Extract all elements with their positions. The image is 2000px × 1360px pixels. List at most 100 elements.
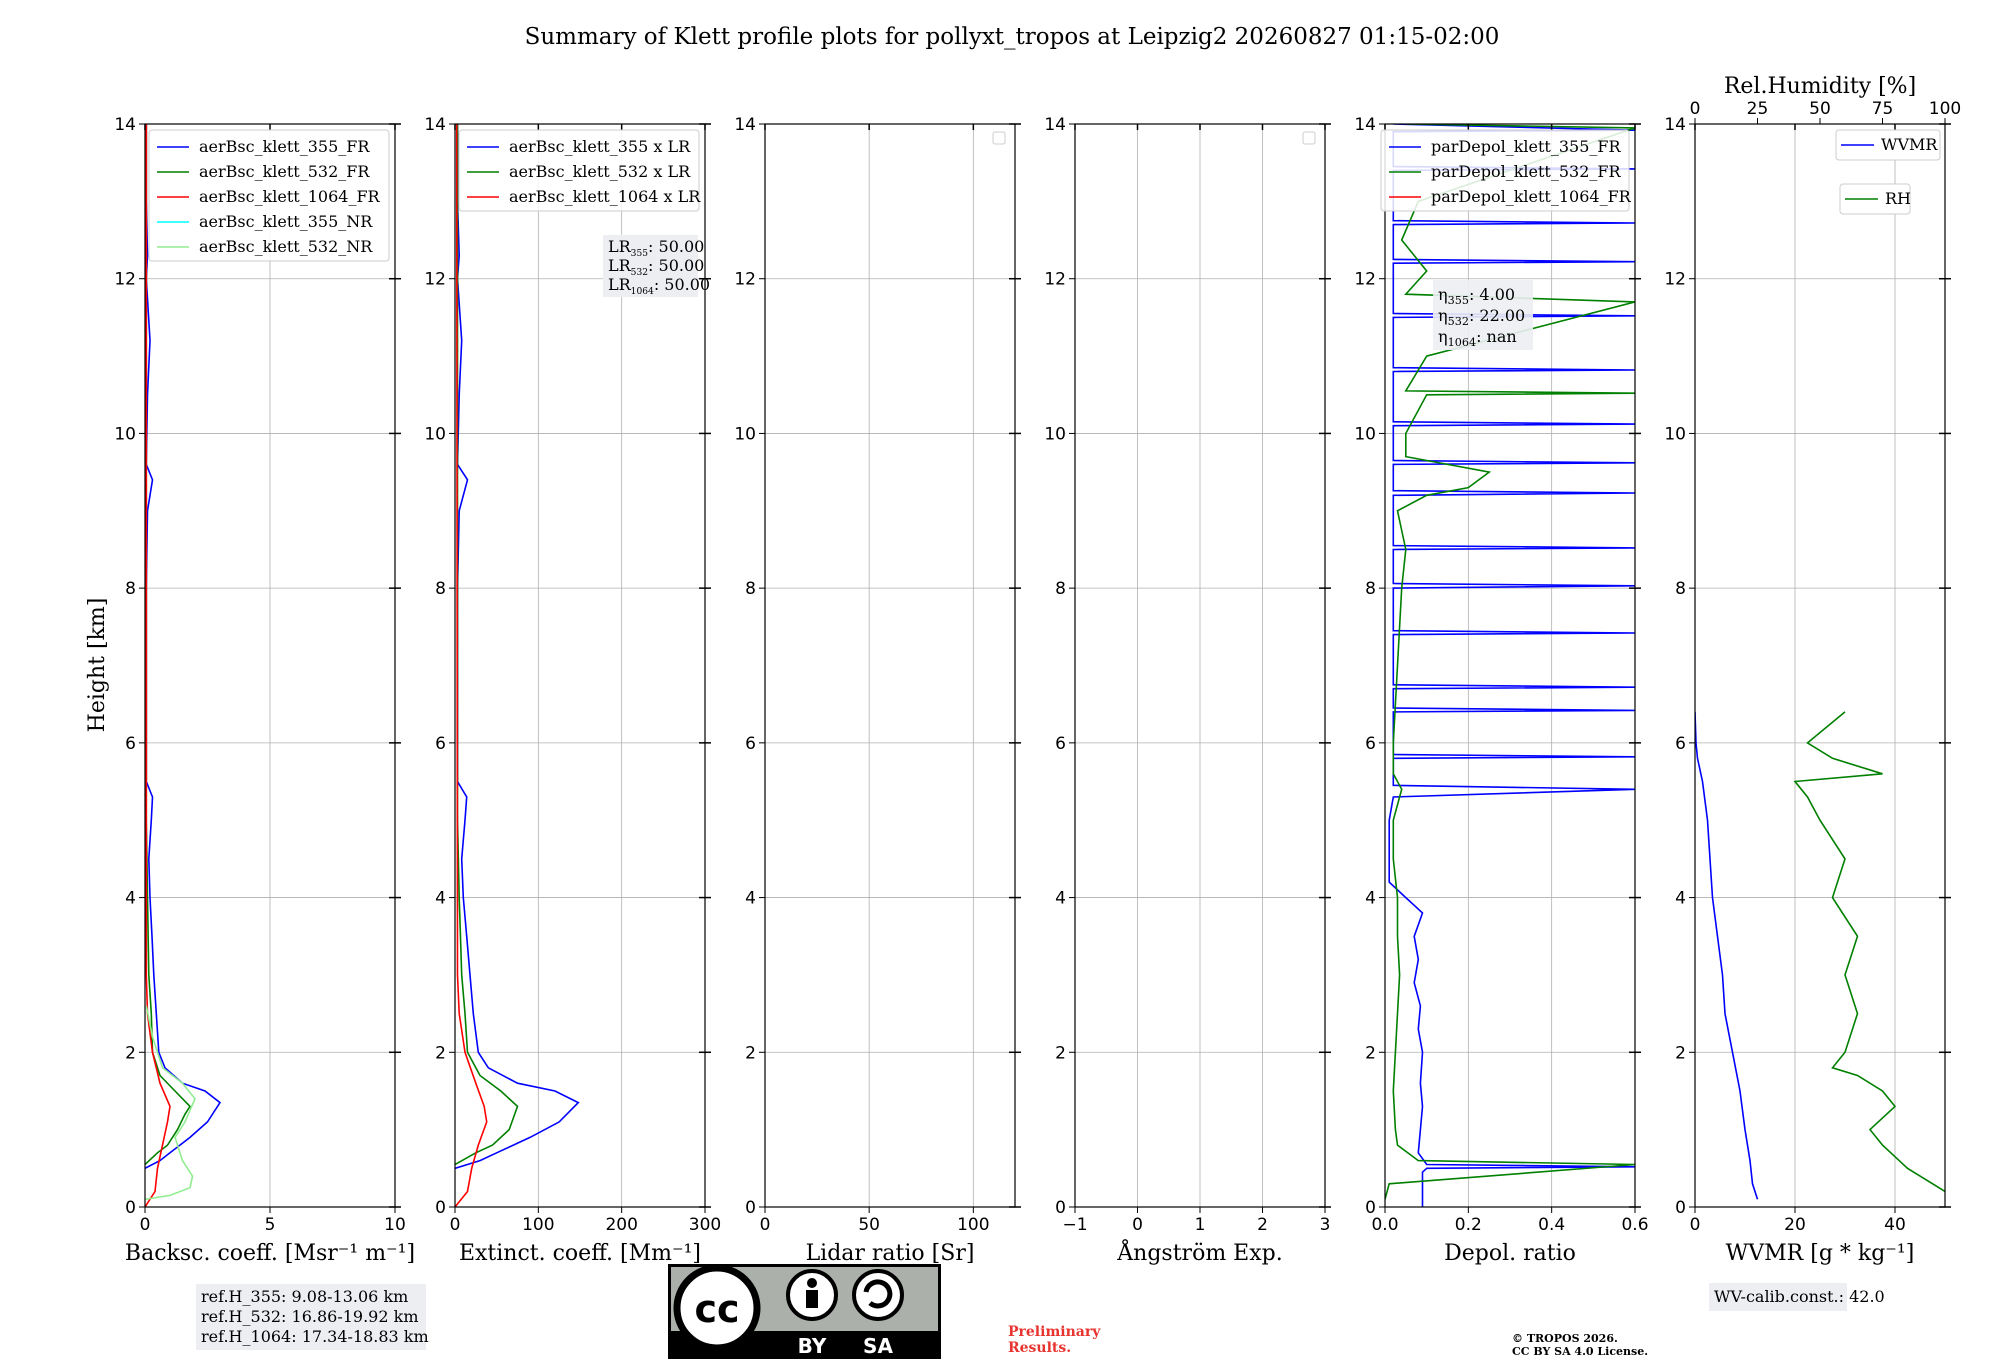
x-tick-label: −1 (1062, 1215, 1087, 1235)
y-tick-label: 12 (1664, 270, 1686, 290)
y-tick-label: 4 (125, 889, 136, 909)
x-tick-label: 1 (1195, 1215, 1206, 1235)
legend-label: aerBsc_klett_532_NR (199, 237, 373, 256)
axes-frame (1694, 123, 1946, 1208)
y-tick-label: 2 (435, 1043, 446, 1063)
y-tick-label: 8 (435, 579, 446, 599)
series-line-WVMR (1695, 711, 1759, 1200)
subplot-6: 0 20 40024681012140 25 50 75 100Rel.Humidity [… (1664, 74, 1961, 1266)
x-tick-label: 40 (1884, 1215, 1906, 1235)
y-tick-label: 14 (1664, 115, 1686, 135)
x-axis-label: Depol. ratio (1444, 1241, 1576, 1266)
y-tick-label: 14 (114, 115, 136, 135)
sa-share-icon (852, 1269, 904, 1321)
series-group (145, 124, 222, 1207)
y-tick-label: 12 (1044, 270, 1066, 290)
x-tick-label: 20 (1784, 1215, 1806, 1235)
legend-label: aerBsc_klett_1064_FR (199, 187, 381, 206)
subplot-3: 0 50 100 0 2 4 6 8 10 12 14 Lidar ratio [Sr] (734, 115, 1021, 1266)
lidar-ratio-note: LR355: 50.00LR532: 50.00LR1064: 50.00 (603, 235, 710, 297)
x-tick-label: 0 (140, 1215, 151, 1235)
y-tick-label: 10 (1354, 424, 1376, 444)
legend-label: parDepol_klett_532_FR (1431, 162, 1622, 181)
y-tick-label: 2 (745, 1043, 756, 1063)
x-axis-label: Backsc. coeff. [Msr⁻¹ m⁻¹] (125, 1241, 415, 1266)
legend-label: parDepol_klett_355_FR (1431, 137, 1622, 156)
y-tick-label: 6 (1675, 734, 1686, 754)
wv-calib-box: WV-calib.const.: 42.0 (1709, 1283, 1885, 1311)
legend-label: aerBsc_klett_355 x LR (509, 137, 691, 156)
x-tick-label: 3 (1320, 1215, 1331, 1235)
y-tick-label: 8 (125, 579, 136, 599)
x-tick-label: 100 (957, 1215, 989, 1235)
y-tick-label: 4 (435, 889, 446, 909)
y-tick-label: 8 (745, 579, 756, 599)
y-tick-label: 14 (1044, 115, 1066, 135)
legend-label: aerBsc_klett_355_NR (199, 212, 373, 231)
subplot-1: 0 5 10 0 2 4 6 8 10 12 14 Backsc. coeff. [Msr⁻¹ m⁻¹… (114, 115, 415, 1266)
lidar-ratio-1064: LR1064: 50.00 (608, 275, 710, 297)
ref-height-532: ref.H_532: 16.86-19.92 km (201, 1307, 419, 1326)
x2-tick-label: 0 (1690, 99, 1701, 119)
ref-height-355: ref.H_355: 9.08-13.06 km (201, 1287, 408, 1306)
y-tick-label: 6 (125, 734, 136, 754)
eta-note: η355: 4.00η532: 22.00η1064: nan (1433, 280, 1533, 350)
y-tick-label: 10 (1044, 424, 1066, 444)
series-group (455, 124, 580, 1207)
y-tick-label: 14 (734, 115, 756, 135)
y-tick-label: 0 (1675, 1198, 1686, 1218)
y-tick-label: 4 (1675, 889, 1686, 909)
x-tick-label: 100 (522, 1215, 554, 1235)
by-person-head (807, 1278, 817, 1288)
x2-tick-label: 75 (1872, 99, 1894, 119)
legend-WVMR: WVMR (1835, 129, 1941, 161)
y-tick-label: 4 (1365, 889, 1376, 909)
y-tick-label: 10 (424, 424, 446, 444)
y-tick-label: 2 (125, 1043, 136, 1063)
empty-legend-box (992, 131, 1006, 145)
cc-by-sa-badge: cc BY SA (668, 1264, 941, 1359)
x2-tick-label: 100 (1929, 99, 1961, 119)
y-tick-label: 4 (745, 889, 756, 909)
legend: parDepol_klett_355_FR parDepol_klett_532_… (1380, 129, 1632, 212)
preliminary-line-2: Results. (1008, 1340, 1071, 1356)
x-tick-label: 5 (265, 1215, 276, 1235)
y-tick-label: 2 (1675, 1043, 1686, 1063)
y-tick-label: 6 (1365, 734, 1376, 754)
series-line-aerBsc-klett-355-x-LR (455, 124, 580, 1170)
preliminary-line-1: Preliminary (1008, 1324, 1101, 1340)
series-line-aerBsc-klett-532-NR (145, 1005, 196, 1201)
cc-by-label: BY (798, 1334, 827, 1358)
legend: aerBsc_klett_355 x LR aerBsc_klett_532 x … (458, 129, 701, 212)
figure: Summary of Klett profile plots for polly… (85, 24, 1961, 1359)
x-axis-label: WVMR [g * kg⁻¹] (1726, 1241, 1915, 1266)
x-tick-label: 2 (1257, 1215, 1268, 1235)
y-tick-label: 8 (1675, 579, 1686, 599)
copyright-line-2: CC BY SA 4.0 License. (1512, 1345, 1648, 1358)
x2-tick-label: 50 (1809, 99, 1831, 119)
y-tick-label: 14 (1354, 115, 1376, 135)
legend-RH: RH (1839, 183, 1911, 215)
y-tick-label: 10 (114, 424, 136, 444)
cc-sa-label: SA (863, 1334, 893, 1358)
y-tick-label: 14 (424, 115, 446, 135)
y-tick-label: 12 (734, 270, 756, 290)
x-tick-label: 0 (1132, 1215, 1143, 1235)
x2-tick-label: 25 (1747, 99, 1769, 119)
y-tick-label: 8 (1055, 579, 1066, 599)
y-tick-label: 6 (435, 734, 446, 754)
y-tick-label: 10 (1664, 424, 1686, 444)
series-line-aerBsc-klett-355-FR (145, 124, 222, 1170)
x-axis-label: Extinct. coeff. [Mm⁻¹] (459, 1241, 701, 1266)
y-tick-label: 12 (114, 270, 136, 290)
y-tick-label: 12 (1354, 270, 1376, 290)
y-tick-label: 0 (1055, 1198, 1066, 1218)
x-tick-label: 0 (760, 1215, 771, 1235)
cc-logo-text: cc (694, 1287, 739, 1331)
series-line-aerBsc-klett-1064-x-LR (455, 124, 488, 1207)
series-line-aerBsc-klett-532-x-LR (455, 124, 519, 1166)
x-tick-label: 0 (1690, 1215, 1701, 1235)
y-tick-label: 2 (1055, 1043, 1066, 1063)
x2-axis-label: Rel.Humidity [%] (1724, 74, 1916, 99)
legend-label: aerBsc_klett_1064 x LR (509, 187, 701, 206)
